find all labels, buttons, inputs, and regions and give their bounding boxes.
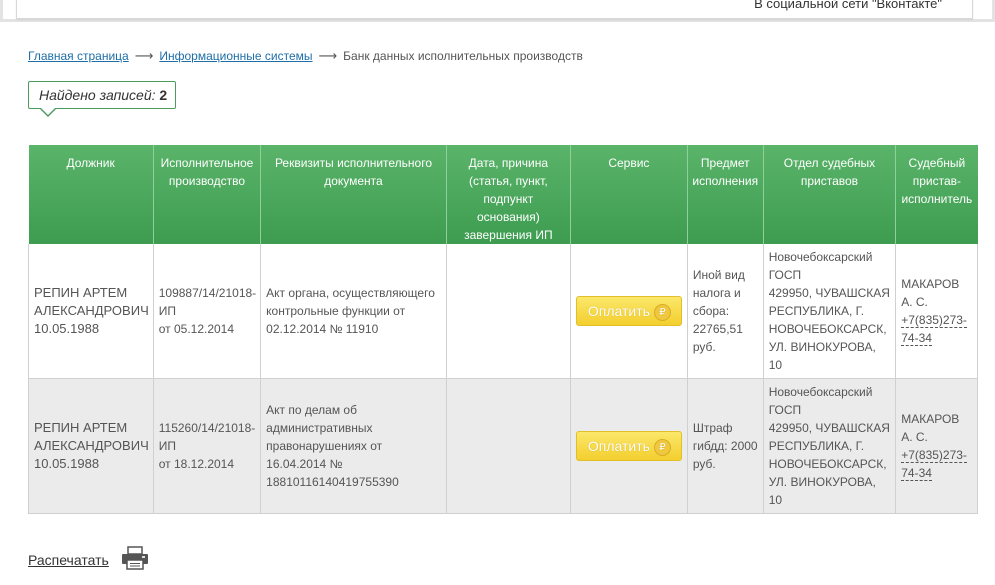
col-header-document: Реквизиты исполнительного документа (260, 145, 447, 244)
debtor-cell: РЕПИН АРТЕМ АЛЕКСАНДРОВИЧ 10.05.1988 (28, 244, 154, 379)
document-cell: Акт органа, осуществляющего контрольные … (260, 244, 447, 379)
debtor-cell: РЕПИН АРТЕМ АЛЕКСАНДРОВИЧ 10.05.1988 (28, 378, 154, 514)
service-cell: Оплатить ₽ (570, 244, 688, 379)
debtor-name: РЕПИН АРТЕМ АЛЕКСАНДРОВИЧ (34, 420, 149, 453)
print-link[interactable]: Распечатать (28, 552, 109, 568)
col-header-proceeding: Исполнительное производство (153, 145, 262, 244)
table-header-row: Должник Исполнительное производство Рекв… (28, 145, 978, 244)
proceeding-date: от 05.12.2014 (158, 322, 235, 336)
ruble-icon: ₽ (653, 303, 671, 321)
pay-button-label: Оплатить (587, 438, 650, 454)
table-row: РЕПИН АРТЕМ АЛЕКСАНДРОВИЧ 10.05.1988 109… (28, 244, 978, 379)
records-found-count: 2 (159, 87, 168, 103)
bailiff-name: МАКАРОВ А. С. (901, 277, 960, 309)
service-cell: Оплатить ₽ (570, 378, 688, 514)
department-cell: Новочебоксарский ГОСП 429950, ЧУВАШСКАЯ … (763, 244, 897, 379)
ruble-icon: ₽ (653, 438, 671, 456)
bailiff-cell: МАКАРОВ А. С. +7(835)273-74-34 (895, 244, 978, 379)
col-header-completion: Дата, причина (статья, пункт, подпункт о… (446, 145, 571, 244)
pay-button-label: Оплатить (587, 303, 650, 319)
completion-cell (446, 244, 571, 379)
printer-icon[interactable] (121, 546, 149, 570)
pay-button[interactable]: Оплатить ₽ (576, 296, 683, 326)
breadcrumb-current: Банк данных исполнительных производств (343, 49, 583, 63)
banner-box[interactable]: В социальной сети "Вконтакте" (16, 0, 973, 19)
department-address: 429950, ЧУВАШСКАЯ РЕСПУБЛИКА, Г. НОВОЧЕБ… (768, 421, 890, 507)
proceeding-cell: 115260/14/21018-ИП от 18.12.2014 (153, 378, 262, 514)
records-found-badge: Найдено записей: 2 (28, 81, 176, 117)
social-banner: В социальной сети "Вконтакте" (0, 0, 995, 24)
subject-cell: Иной вид налога и сбора: 22765,51 руб. (687, 244, 764, 379)
proceeding-number: 109887/14/21018-ИП (158, 286, 257, 318)
breadcrumb-arrow-icon: ⟶ (134, 48, 154, 63)
bailiff-name: МАКАРОВ А. С. (901, 412, 960, 444)
breadcrumb-info-systems-link[interactable]: Информационные системы (159, 49, 312, 63)
debtor-dob: 10.05.1988 (34, 456, 100, 471)
subject-cell: Штраф гибдд: 2000 руб. (687, 378, 764, 514)
proceeding-number: 115260/14/21018-ИП (158, 421, 256, 453)
results-table: Должник Исполнительное производство Рекв… (28, 145, 978, 514)
col-header-bailiff: Судебный пристав-исполнитель (895, 145, 978, 244)
bailiff-cell: МАКАРОВ А. С. +7(835)273-74-34 (895, 378, 978, 514)
debtor-dob: 10.05.1988 (34, 321, 100, 336)
col-header-service: Сервис (570, 145, 688, 244)
col-header-department: Отдел судебных приставов (763, 145, 897, 244)
department-cell: Новочебоксарский ГОСП 429950, ЧУВАШСКАЯ … (763, 378, 897, 514)
badge-pointer (39, 107, 57, 117)
department-address: 429950, ЧУВАШСКАЯ РЕСПУБЛИКА, Г. НОВОЧЕБ… (768, 286, 890, 372)
breadcrumb-home-link[interactable]: Главная страница (28, 49, 129, 63)
col-header-subject: Предмет исполнения (687, 145, 764, 244)
pay-button[interactable]: Оплатить ₽ (576, 431, 683, 461)
social-link-text[interactable]: В социальной сети "Вконтакте" (754, 0, 942, 11)
breadcrumb: Главная страница ⟶ Информационные системы ⟶… (28, 48, 583, 64)
proceeding-date: от 18.12.2014 (158, 457, 235, 471)
department-name: Новочебоксарский ГОСП (768, 385, 873, 417)
completion-cell (446, 378, 571, 514)
breadcrumb-arrow-icon: ⟶ (318, 48, 338, 63)
proceeding-cell: 109887/14/21018-ИП от 05.12.2014 (153, 244, 262, 379)
document-cell: Акт по делам об административных правона… (260, 378, 447, 514)
bailiff-phone[interactable]: +7(835)273-74-34 (901, 313, 967, 346)
table-row: РЕПИН АРТЕМ АЛЕКСАНДРОВИЧ 10.05.1988 115… (28, 378, 978, 514)
records-found-label: Найдено записей: (39, 87, 156, 103)
bailiff-phone[interactable]: +7(835)273-74-34 (901, 448, 967, 481)
col-header-debtor: Должник (28, 145, 154, 244)
department-name: Новочебоксарский ГОСП (768, 250, 873, 282)
debtor-name: РЕПИН АРТЕМ АЛЕКСАНДРОВИЧ (34, 285, 149, 318)
